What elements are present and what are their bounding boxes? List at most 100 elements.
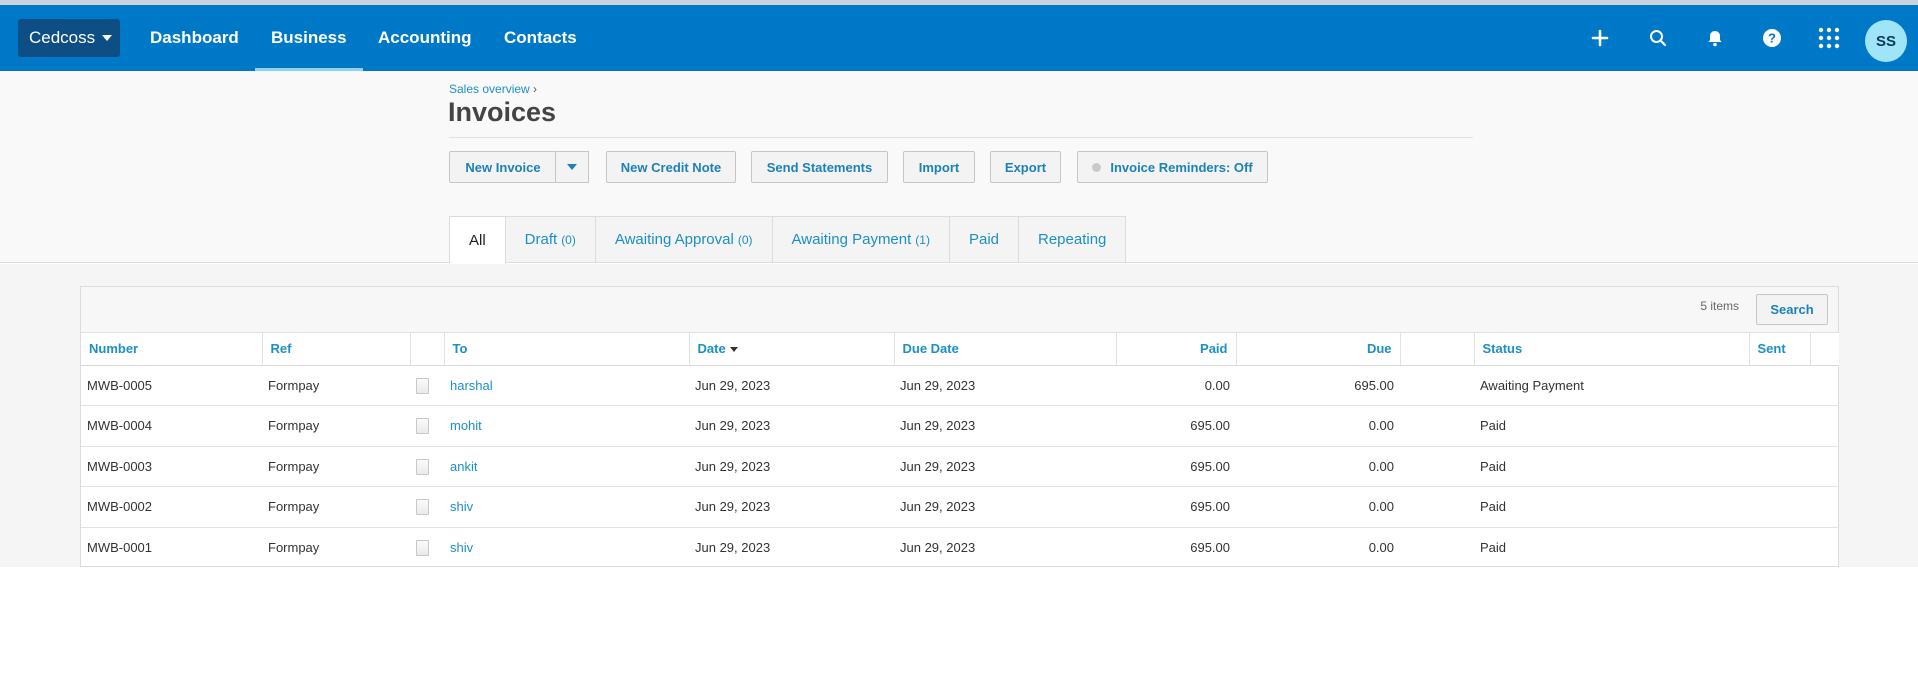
table-row[interactable]: MWB-0002 Formpay shiv Jun 29, 2023 Jun 2… [81, 486, 1839, 528]
invoice-due: 0.00 [1236, 527, 1400, 568]
search-button[interactable]: Search [1756, 294, 1828, 325]
tab-awaiting-payment[interactable]: Awaiting Payment (1) [772, 216, 950, 263]
nav-business[interactable]: Business [255, 5, 363, 71]
column-header-paid[interactable]: Paid [1116, 333, 1237, 366]
invoice-status: Awaiting Payment [1474, 365, 1749, 406]
top-navigation-bar: Cedcoss Dashboard Business Accounting Co… [0, 5, 1918, 71]
table-header-row: Number Ref To Date Due Date Paid Due Sta… [81, 333, 1839, 366]
tab-awaiting-approval[interactable]: Awaiting Approval (0) [595, 216, 773, 263]
invoice-number: MWB-0002 [81, 486, 262, 528]
tab-label: Draft [524, 231, 558, 248]
tab-draft[interactable]: Draft (0) [505, 216, 596, 263]
new-invoice-dropdown-button[interactable] [555, 151, 589, 183]
invoice-due: 0.00 [1236, 446, 1400, 487]
nav-dashboard[interactable]: Dashboard [150, 5, 239, 71]
search-icon[interactable] [1645, 25, 1671, 51]
attachment-cell [410, 486, 444, 528]
new-credit-note-button[interactable]: New Credit Note [606, 151, 736, 183]
invoice-date: Jun 29, 2023 [689, 486, 894, 528]
invoice-status: Paid [1474, 405, 1749, 447]
nav-accounting[interactable]: Accounting [378, 5, 472, 71]
invoice-status: Paid [1474, 446, 1749, 487]
document-icon [416, 418, 429, 435]
invoice-sent [1749, 527, 1810, 568]
breadcrumb-separator: › [533, 82, 538, 96]
table-row[interactable]: MWB-0003 Formpay ankit Jun 29, 2023 Jun … [81, 446, 1839, 487]
column-header-attachment [410, 333, 445, 366]
help-icon[interactable]: ? [1759, 25, 1785, 51]
invoice-paid: 695.00 [1116, 486, 1236, 528]
blank-cell [1400, 486, 1474, 528]
invoice-sent [1749, 446, 1810, 487]
page-title: Invoices [448, 97, 557, 127]
invoice-number: MWB-0001 [81, 527, 262, 568]
tab-paid[interactable]: Paid [949, 216, 1019, 263]
tab-repeating[interactable]: Repeating [1019, 216, 1127, 263]
blank-cell [1400, 365, 1474, 406]
user-avatar[interactable]: SS [1865, 20, 1907, 62]
invoice-contact-link[interactable]: mohit [444, 405, 689, 447]
tab-label: Paid [968, 231, 999, 248]
document-icon [416, 539, 429, 556]
table-row[interactable]: MWB-0004 Formpay mohit Jun 29, 2023 Jun … [81, 405, 1839, 447]
content-background [80, 264, 1839, 286]
invoice-ref: Formpay [262, 405, 410, 447]
invoice-number: MWB-0005 [81, 365, 262, 406]
invoice-reminders-button[interactable]: Invoice Reminders: Off [1077, 151, 1268, 183]
invoice-date: Jun 29, 2023 [689, 527, 894, 568]
column-header-due[interactable]: Due [1236, 333, 1401, 366]
export-button[interactable]: Export [990, 151, 1061, 183]
tab-count: (1) [915, 232, 930, 247]
attachment-cell [410, 405, 444, 447]
column-header-due-date[interactable]: Due Date [894, 333, 1117, 366]
column-header-number[interactable]: Number [81, 333, 263, 366]
column-header-ref[interactable]: Ref [262, 333, 411, 366]
blank-cell [1400, 527, 1474, 568]
column-header-status[interactable]: Status [1474, 333, 1750, 366]
table-row[interactable]: MWB-0005 Formpay harshal Jun 29, 2023 Ju… [81, 365, 1839, 406]
invoice-ref: Formpay [262, 446, 410, 487]
title-divider [449, 137, 1473, 138]
invoice-sent [1749, 365, 1810, 406]
invoice-paid: 695.00 [1116, 446, 1236, 487]
items-count: 5 items [1700, 299, 1739, 313]
chevron-down-icon [102, 35, 113, 41]
organization-name: Cedcoss [29, 28, 96, 47]
end-cell [1810, 365, 1839, 406]
invoice-date: Jun 29, 2023 [689, 365, 894, 406]
tab-label: Repeating [1038, 231, 1107, 248]
invoice-paid: 695.00 [1116, 527, 1236, 568]
invoice-contact-link[interactable]: harshal [444, 365, 689, 406]
invoice-due-date: Jun 29, 2023 [894, 527, 1116, 568]
nav-contacts[interactable]: Contacts [504, 5, 577, 71]
end-cell [1810, 446, 1839, 487]
bell-icon[interactable] [1702, 25, 1728, 51]
column-header-date[interactable]: Date [689, 333, 895, 366]
invoice-ref: Formpay [262, 486, 410, 528]
import-button[interactable]: Import [903, 151, 975, 183]
invoice-contact-link[interactable]: shiv [444, 486, 689, 528]
send-statements-button[interactable]: Send Statements [751, 151, 888, 183]
new-invoice-button[interactable]: New Invoice [449, 151, 556, 183]
invoice-sent [1749, 405, 1810, 447]
table-toolbar: 5 items Search [81, 287, 1838, 333]
end-cell [1810, 405, 1839, 447]
sort-descending-icon [729, 347, 738, 353]
breadcrumb[interactable]: Sales overview › [449, 82, 537, 96]
table-row[interactable]: MWB-0001 Formpay shiv Jun 29, 2023 Jun 2… [81, 527, 1839, 568]
tab-all[interactable]: All [449, 216, 506, 264]
invoice-contact-link[interactable]: shiv [444, 527, 689, 568]
invoices-table: Number Ref To Date Due Date Paid Due Sta… [81, 333, 1839, 568]
breadcrumb-sales-overview[interactable]: Sales overview [449, 82, 530, 96]
content-background [1839, 264, 1918, 567]
column-header-sent[interactable]: Sent [1749, 333, 1811, 366]
column-header-end [1810, 333, 1839, 366]
plus-icon[interactable] [1587, 25, 1613, 51]
organization-switcher[interactable]: Cedcoss [18, 19, 120, 57]
invoice-due: 0.00 [1236, 486, 1400, 528]
invoice-contact-link[interactable]: ankit [444, 446, 689, 487]
apps-grid-icon[interactable] [1816, 25, 1842, 51]
invoice-status: Paid [1474, 486, 1749, 528]
column-header-to[interactable]: To [444, 333, 690, 366]
tab-label: Awaiting Payment [791, 231, 912, 248]
